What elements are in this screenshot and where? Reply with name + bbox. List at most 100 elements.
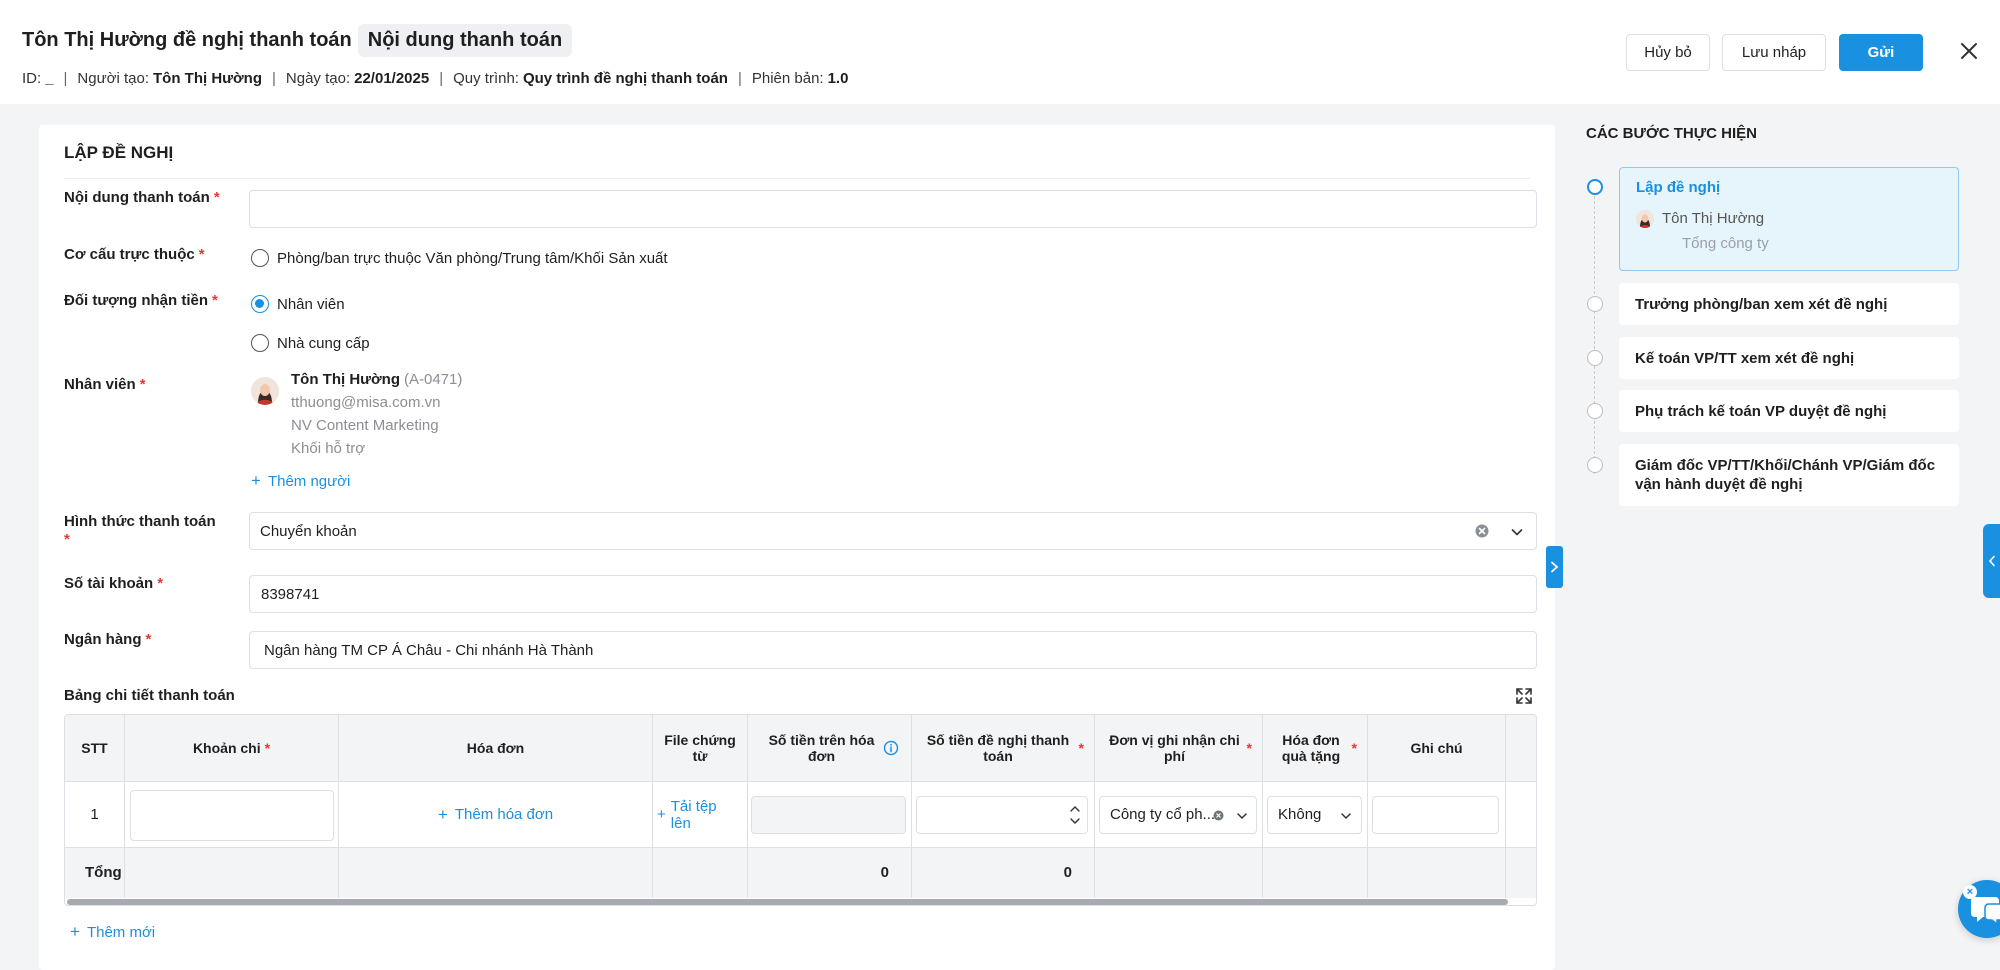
meta-process-label: Quy trình:: [453, 70, 519, 87]
structure-radio[interactable]: Phòng/ban trực thuộc Văn phòng/Trung tâm…: [251, 249, 668, 267]
payment-content-input[interactable]: [249, 190, 1537, 228]
col-gift-invoice: Hóa đơn quà tặng *: [1263, 715, 1368, 781]
total-empty-cell: [653, 848, 748, 898]
step-dot-active: [1587, 179, 1603, 195]
add-invoice-button[interactable]: + Thêm hóa đơn: [437, 804, 553, 824]
section-title: LẬP ĐỀ NGHỊ: [64, 143, 174, 162]
invoice-cell: + Thêm hóa đơn: [339, 782, 653, 847]
structure-label: Cơ cấu trực thuộc *: [64, 246, 205, 263]
meta-process-value: Quy trình đề nghị thanh toán: [522, 70, 728, 87]
plus-icon: +: [657, 805, 666, 823]
total-empty-cell: [1095, 848, 1263, 898]
bank-label: Ngân hàng *: [64, 631, 152, 648]
expand-icon[interactable]: [1515, 687, 1533, 705]
invoice-amount-cell: [748, 782, 912, 847]
meta-separator: |: [439, 70, 444, 87]
file-cell: + Tải tệp lên: [653, 782, 748, 847]
total-empty-cell: [1368, 848, 1506, 898]
add-new-row-button[interactable]: + Thêm mới: [70, 922, 155, 942]
step-item[interactable]: Trưởng phòng/ban xem xét đề nghị: [1619, 283, 1959, 325]
payment-content-label: Nội dung thanh toán *: [64, 189, 220, 206]
recipient-radio-employee[interactable]: Nhân viên: [251, 295, 345, 313]
recipient-radio-supplier[interactable]: Nhà cung cấp: [251, 334, 370, 352]
upload-file-link[interactable]: Tải tệp lên: [671, 798, 729, 832]
row-stt: 1: [65, 782, 125, 847]
plus-icon: +: [251, 471, 261, 490]
chevron-right-icon: [1551, 561, 1559, 573]
request-amount-input[interactable]: [916, 796, 1088, 834]
step-active-card[interactable]: Lập đề nghị Tôn Thị Hường Tổng công ty: [1619, 167, 1959, 271]
bank-input[interactable]: Ngân hàng TM CP Á Châu - Chi nhánh Hà Th…: [249, 631, 1537, 669]
meta-id-label: ID:: [22, 70, 42, 87]
table-total-row: Tổng 0 0: [65, 848, 1536, 898]
stepper-icon[interactable]: [1069, 802, 1081, 828]
cost-unit-select[interactable]: Công ty cổ ph...: [1099, 796, 1257, 834]
clear-icon[interactable]: [1213, 810, 1224, 821]
payment-method-label: Hình thức thanh toán *: [64, 513, 216, 548]
radio-unchecked[interactable]: [251, 334, 269, 352]
account-number-label: Số tài khoản *: [64, 575, 164, 592]
recipient-option-supplier: Nhà cung cấp: [277, 334, 370, 352]
step-dot: [1587, 457, 1603, 473]
chevron-left-icon: [1988, 555, 1995, 567]
radio-unchecked[interactable]: [251, 249, 269, 267]
add-person-button[interactable]: + Thêm người: [251, 471, 350, 491]
chevron-down-icon[interactable]: [1236, 810, 1248, 822]
payment-method-select[interactable]: Chuyển khoản: [249, 512, 1537, 550]
structure-option-label: Phòng/ban trực thuộc Văn phòng/Trung tâm…: [277, 249, 668, 267]
chevron-down-icon[interactable]: [1510, 525, 1524, 539]
gift-invoice-select[interactable]: Không: [1267, 796, 1362, 834]
note-input[interactable]: [1372, 796, 1499, 834]
employee-position: NV Content Marketing: [291, 417, 439, 434]
collapse-panel-button[interactable]: [1546, 546, 1563, 588]
invoice-amount-input: [751, 796, 906, 834]
col-request-amount: Số tiền đề nghị thanh toán *: [912, 715, 1095, 781]
table-row: 1 + Thêm hóa đơn + Tải tệp lên Công ty c…: [65, 782, 1536, 848]
clear-icon[interactable]: [1474, 523, 1490, 539]
side-panel-tab[interactable]: [1983, 524, 2000, 598]
save-draft-button[interactable]: Lưu nháp: [1722, 34, 1826, 71]
chat-close-icon[interactable]: ×: [1963, 885, 1977, 899]
cost-unit-cell: Công ty cổ ph...: [1095, 782, 1263, 847]
cancel-button[interactable]: Hủy bỏ: [1626, 34, 1710, 71]
meta-creator-value: Tôn Thị Hường: [153, 70, 262, 87]
meta-version-value: 1.0: [827, 70, 849, 87]
chevron-down-icon[interactable]: [1340, 810, 1352, 822]
meta-id-value: _: [45, 70, 54, 87]
title-chip[interactable]: Nội dung thanh toán: [357, 24, 573, 57]
step-person: Tôn Thị Hường: [1636, 209, 1942, 228]
title-row: Tôn Thị Hường đề nghị thanh toán Nội dun…: [22, 24, 573, 57]
request-form: LẬP ĐỀ NGHỊ Nội dung thanh toán * Cơ cấu …: [39, 125, 1555, 970]
employee-code: (A-0471): [404, 371, 463, 388]
info-icon[interactable]: [883, 740, 899, 756]
meta-date-label: Ngày tạo:: [285, 70, 351, 87]
step-item[interactable]: Giám đốc VP/TT/Khối/Chánh VP/Giám đốc vậ…: [1619, 444, 1959, 506]
table-header: STT Khoản chi * Hóa đơn File chứng từ Số …: [65, 715, 1536, 782]
employee-label: Nhân viên *: [64, 376, 146, 393]
col-invoice: Hóa đơn: [339, 715, 653, 781]
meta-version-label: Phiên bản:: [751, 70, 824, 87]
col-file: File chứng từ: [653, 715, 748, 781]
employee-unit: Khối hỗ trợ: [291, 440, 366, 457]
step-item[interactable]: Phụ trách kế toán VP duyệt đề nghị: [1619, 390, 1959, 432]
total-invoice-amount: 0: [748, 848, 912, 898]
page-header: Tôn Thị Hường đề nghị thanh toán Nội dun…: [0, 0, 2000, 104]
radio-checked[interactable]: [251, 295, 269, 313]
meta-separator: |: [737, 70, 742, 87]
meta-separator: |: [272, 70, 276, 87]
step-dot: [1587, 350, 1603, 366]
send-button[interactable]: Gửi: [1839, 34, 1923, 71]
step-person-name: Tôn Thị Hường: [1662, 210, 1765, 227]
plus-icon: +: [70, 922, 80, 941]
expense-input[interactable]: [130, 790, 334, 841]
step-item[interactable]: Kế toán VP/TT xem xét đề nghị: [1619, 337, 1959, 379]
gift-invoice-value: Không: [1278, 806, 1322, 823]
horizontal-scrollbar[interactable]: [67, 899, 1508, 905]
plus-icon: +: [437, 804, 448, 824]
meta-date-value: 22/01/2025: [354, 70, 430, 87]
close-icon[interactable]: [1958, 40, 1980, 62]
account-number-input[interactable]: 8398741: [249, 575, 1537, 613]
steps-timeline: [1594, 196, 1595, 474]
total-empty-cell: [1263, 848, 1368, 898]
step-active-label: Lập đề nghị: [1636, 179, 1721, 196]
